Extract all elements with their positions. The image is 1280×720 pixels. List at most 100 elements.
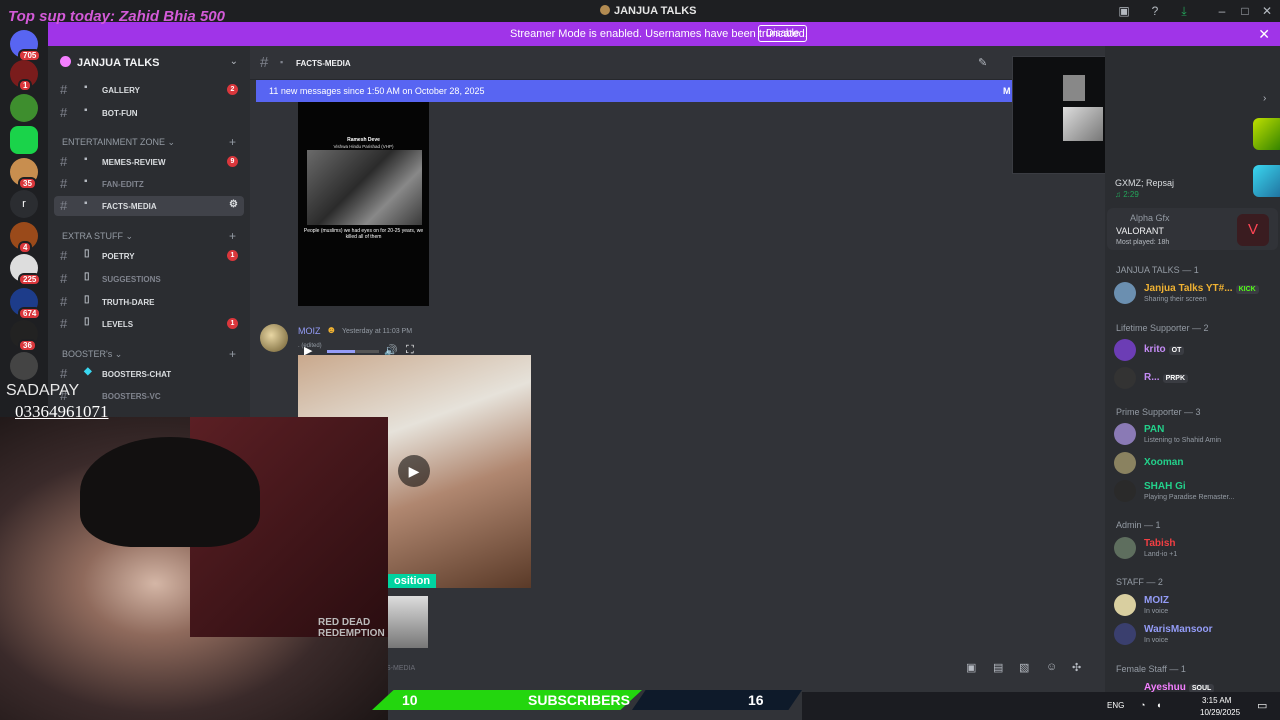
threads-icon[interactable]: ✎ [978, 56, 987, 69]
server-icon[interactable]: 4 [10, 222, 38, 254]
clock-time[interactable]: 3:15 AM [1202, 696, 1231, 705]
chevron-down-icon[interactable]: ⌄ [230, 56, 238, 67]
minimize-icon[interactable]: – [1215, 4, 1229, 18]
server-icon[interactable] [10, 94, 38, 122]
play-icon[interactable]: ▶ [398, 455, 430, 487]
document-icon: ▯ [84, 316, 90, 327]
member-name[interactable]: Xooman [1144, 457, 1183, 468]
avatar[interactable] [1114, 452, 1136, 474]
category-entertainment[interactable]: ENTERTAINMENT ZONE ⌄ [62, 137, 175, 148]
member-name[interactable]: krito OT [1144, 344, 1185, 355]
avatar[interactable] [1114, 367, 1136, 389]
download-icon[interactable]: ⤓ [1177, 4, 1191, 18]
activity-timer: ♫ 2:29 [1115, 190, 1139, 199]
help-icon[interactable]: ? [1148, 4, 1162, 18]
video-attachment[interactable]: Ramesh Deve Vishwa Hindu Parishad (VHP) … [298, 102, 429, 357]
avatar[interactable] [1114, 594, 1136, 616]
activity-image [1253, 118, 1280, 150]
image-attachment[interactable] [388, 596, 428, 648]
new-messages-bar[interactable]: 11 new messages since 1:50 AM on October… [256, 80, 1101, 102]
channel-levels[interactable]: # ▯ LEVELS 1 [54, 314, 244, 334]
hash-icon: # [60, 176, 68, 191]
language-indicator[interactable]: ENG [1107, 701, 1124, 710]
member-name[interactable]: MOIZ [1144, 595, 1169, 606]
channel-poetry[interactable]: # ▯ POETRY 1 [54, 246, 244, 266]
hash-icon: # [60, 248, 68, 263]
server-icon[interactable]: 225 [10, 254, 42, 286]
notification-icon[interactable]: ▭ [1257, 699, 1267, 712]
member-name[interactable]: R... PRPK [1144, 372, 1189, 383]
avatar[interactable] [1114, 423, 1136, 445]
activity-user: Alpha Gfx [1130, 213, 1170, 223]
settings-icon[interactable]: ⚙ [229, 199, 238, 210]
avatar[interactable] [1114, 623, 1136, 645]
taskbar: ENG ◔ ◖ 3:15 AM 10/29/2025 ▭ [802, 692, 1280, 720]
sticker-icon[interactable]: ▧ [1019, 661, 1029, 674]
streamer-hair [80, 437, 260, 547]
member-name[interactable]: SHAH Gi [1144, 481, 1186, 492]
gamepad-icon: ▪ [84, 154, 88, 165]
avatar[interactable] [1114, 537, 1136, 559]
server-icon[interactable] [10, 352, 38, 380]
gift-icon[interactable]: ▣ [966, 661, 976, 674]
member-name[interactable]: WarisMansoor [1144, 624, 1213, 635]
disable-streamer-mode-button[interactable]: Disable [758, 25, 808, 42]
member-status: Sharing their screen [1144, 296, 1207, 303]
badge: 4 [18, 241, 33, 254]
emoji-icon[interactable]: ☺ [1046, 661, 1057, 673]
gif-icon[interactable]: ▤ [993, 661, 1003, 674]
add-channel-icon[interactable]: + [229, 135, 236, 149]
member-name[interactable]: Tabish [1144, 538, 1175, 549]
clock-date[interactable]: 10/29/2025 [1200, 708, 1240, 717]
activity-name[interactable]: GXMZ; Repsaj [1115, 178, 1174, 188]
channel-facts-media[interactable]: # ▪ FACTS-MEDIA ⚙ [54, 196, 244, 216]
member-status: Playing Paradise Remaster... [1144, 494, 1235, 501]
hash-icon: # [60, 366, 68, 381]
close-icon[interactable]: ✕ [1258, 26, 1270, 43]
channel-boosters-chat[interactable]: # ◆ BOOSTERS-CHAT [54, 364, 244, 384]
activity-game: VALORANT [1116, 226, 1164, 236]
server-icon[interactable]: 674 [10, 288, 42, 320]
server-icon[interactable]: 705 [10, 30, 42, 62]
category-booster[interactable]: BOOSTER's ⌄ [62, 349, 122, 360]
server-icon[interactable]: r [10, 190, 38, 218]
channel-truth-dare[interactable]: # ▯ TRUTH-DARE [54, 292, 244, 312]
channel-gallery[interactable]: # ▪ GALLERY 2 [54, 80, 244, 100]
server-icon[interactable]: 1 [10, 60, 38, 92]
server-icon[interactable] [10, 126, 38, 154]
volume-icon[interactable]: ◖ [1156, 700, 1161, 710]
avatar[interactable] [1114, 480, 1136, 502]
channel-memes-review[interactable]: # ▪ MEMES-REVIEW 9 [54, 152, 244, 172]
channel-suggestions[interactable]: # ▯ SUGGESTIONS [54, 269, 244, 289]
video-subtitle: Vishwa Hindu Parishad (VHP) [333, 144, 394, 149]
server-icon[interactable]: 35 [10, 158, 38, 190]
message-input[interactable]: S-MEDIA [386, 665, 415, 672]
wifi-icon[interactable]: ◔ [1140, 700, 1145, 710]
close-window-icon[interactable]: ✕ [1260, 4, 1274, 18]
apps-icon[interactable]: ✣ [1072, 661, 1081, 674]
message-author[interactable]: MOIZ [298, 326, 321, 336]
unread-badge: 1 [227, 250, 238, 261]
channel-fan-editz[interactable]: # ▪ FAN-EDITZ [54, 174, 244, 194]
image-icon: ▪ [84, 82, 88, 93]
add-channel-icon[interactable]: + [229, 347, 236, 361]
server-name[interactable]: JANJUA TALKS [60, 56, 160, 69]
inbox-icon[interactable]: ▣ [1117, 4, 1131, 18]
video-overlay-label: osition [388, 574, 437, 588]
avatar[interactable] [260, 324, 288, 352]
avatar[interactable] [1114, 339, 1136, 361]
chevron-right-icon[interactable]: › [1263, 93, 1266, 104]
add-channel-icon[interactable]: + [229, 229, 236, 243]
maximize-icon[interactable]: □ [1238, 4, 1252, 18]
member-name[interactable]: PAN [1144, 424, 1164, 435]
member-status: Listening to Shahid Amin [1144, 437, 1222, 444]
member-name[interactable]: Janjua Talks YT#... KICK [1144, 283, 1259, 294]
video-caption: People (muslims) we had eyes on for 20-2… [303, 228, 424, 240]
server-icon[interactable]: 36 [10, 320, 38, 352]
avatar[interactable] [1114, 282, 1136, 304]
message-timestamp: Yesterday at 11:03 PM [342, 328, 413, 335]
unread-badge: 2 [227, 84, 238, 95]
channel-bot-fun[interactable]: # ▪ BOT-FUN [54, 103, 244, 123]
member-section-title: Female Staff — 1 [1116, 664, 1186, 674]
category-extra[interactable]: EXTRA STUFF ⌄ [62, 231, 133, 242]
